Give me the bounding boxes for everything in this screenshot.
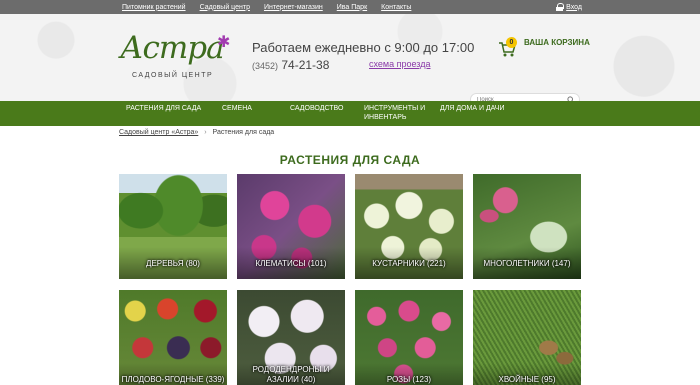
breadcrumb: Садовый центр «Астра» › Растения для сад…	[119, 129, 274, 136]
top-link-iva-park[interactable]: Ива Парк	[337, 4, 367, 11]
top-link-nursery[interactable]: Питомник растений	[122, 4, 186, 11]
category-label: МНОГОЛЕТНИКИ (147)	[483, 259, 571, 268]
category-clematis[interactable]: КЛЕМАТИСЫ (101)	[237, 174, 345, 279]
breadcrumb-home[interactable]: Садовый центр «Астра»	[119, 129, 198, 136]
breadcrumb-current: Растения для сада	[212, 129, 275, 136]
nav-home-garden[interactable]: ДЛЯ ДОМА И ДАЧИ	[440, 104, 505, 113]
category-label: ПЛОДОВО-ЯГОДНЫЕ (339)	[121, 375, 225, 384]
breadcrumb-separator: ›	[204, 129, 207, 136]
login-label[interactable]: Вход	[566, 4, 582, 11]
top-link-contacts[interactable]: Контакты	[381, 4, 411, 11]
category-rhododendrons[interactable]: РОДОДЕНДРОНЫ И АЗАЛИИ (40)	[237, 290, 345, 385]
login-link[interactable]: Вход	[556, 0, 582, 14]
logo-subtitle: САДОВЫЙ ЦЕНТР	[132, 72, 214, 79]
phone-main: 74-21-38	[281, 58, 330, 72]
nav-tools[interactable]: ИНСТРУМЕНТЫ И ИНВЕНТАРЬ	[364, 104, 425, 122]
category-label: РОЗЫ (123)	[386, 375, 432, 384]
cart-count-badge: 0	[506, 37, 517, 48]
category-label: КЛЕМАТИСЫ (101)	[255, 259, 327, 268]
cart-label[interactable]: ВАША КОРЗИНА	[524, 38, 590, 47]
main-nav: РАСТЕНИЯ ДЛЯ САДА СЕМЕНА САДОВОДСТВО ИНС…	[0, 101, 700, 126]
category-label: ДЕРЕВЬЯ (80)	[146, 259, 200, 268]
category-label: КУСТАРНИКИ (221)	[372, 259, 446, 268]
category-roses[interactable]: РОЗЫ (123)	[355, 290, 463, 385]
header: Астра ✱ САДОВЫЙ ЦЕНТР Работаем ежедневно…	[0, 14, 700, 106]
logo[interactable]: Астра ✱ САДОВЫЙ ЦЕНТР	[120, 30, 230, 85]
category-perennials[interactable]: МНОГОЛЕТНИКИ (147)	[473, 174, 581, 279]
lock-icon	[556, 3, 565, 11]
route-map-link[interactable]: схема проезда	[369, 59, 430, 69]
top-link-online-shop[interactable]: Интернет-магазин	[264, 4, 323, 11]
phone-code: (3452)	[252, 61, 279, 71]
top-link-garden-center[interactable]: Садовый центр	[200, 4, 250, 11]
page-title: РАСТЕНИЯ ДЛЯ САДА	[279, 153, 421, 167]
nav-gardening[interactable]: САДОВОДСТВО	[290, 104, 343, 113]
category-fruit-berry[interactable]: ПЛОДОВО-ЯГОДНЫЕ (339)	[119, 290, 227, 385]
nav-plants[interactable]: РАСТЕНИЯ ДЛЯ САДА	[126, 104, 201, 113]
category-label: ХВОЙНЫЕ (95)	[498, 375, 556, 384]
category-label: РОДОДЕНДРОНЫ И АЗАЛИИ (40)	[252, 365, 330, 384]
logo-wordmark: Астра	[120, 30, 225, 66]
category-trees[interactable]: ДЕРЕВЬЯ (80)	[119, 174, 227, 279]
nav-seeds[interactable]: СЕМЕНА	[222, 104, 252, 113]
phone-number: (3452) 74-21-38	[252, 58, 329, 72]
opening-hours: Работаем ежедневно с 9:00 до 17:00	[252, 40, 475, 55]
top-links: Питомник растений Садовый центр Интернет…	[122, 0, 411, 14]
top-bar: Питомник растений Садовый центр Интернет…	[0, 0, 700, 14]
category-shrubs[interactable]: КУСТАРНИКИ (221)	[355, 174, 463, 279]
cart[interactable]: 0 ВАША КОРЗИНА	[498, 37, 590, 59]
flower-icon: ✱	[217, 34, 231, 51]
category-conifers[interactable]: ХВОЙНЫЕ (95)	[473, 290, 581, 385]
